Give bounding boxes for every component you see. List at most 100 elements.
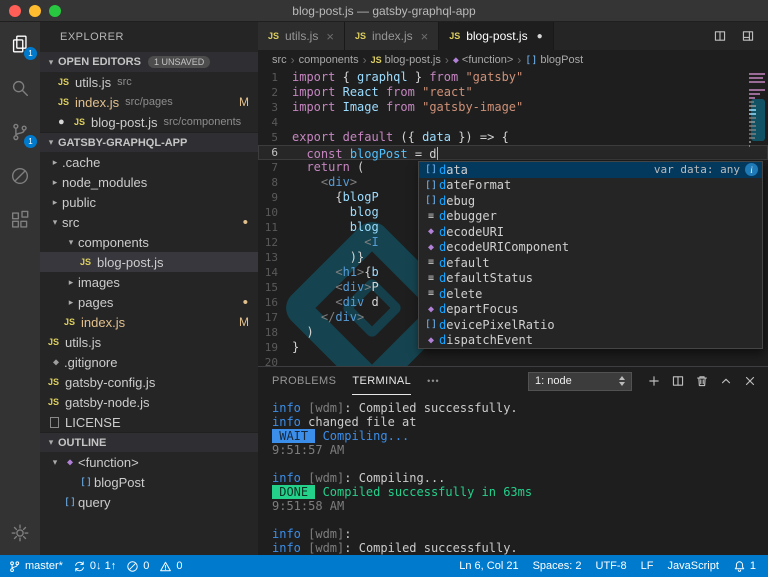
code-editor[interactable]: 1 import { graphql } from "gatsby" 2 import… [258, 70, 768, 366]
suggestion-departFocus[interactable]: ◆ d epartFocus [419, 302, 762, 318]
outline-blogPost[interactable]: [] blogPost [40, 472, 258, 492]
split-terminal-icon[interactable] [668, 371, 688, 391]
suggestion-dateFormat[interactable]: [] d ateFormat [419, 178, 762, 194]
var-symbol-icon: [] [424, 164, 438, 176]
folder-images[interactable]: ▸ images [40, 272, 258, 292]
gitignore-icon: ◆ [52, 356, 60, 368]
outline-function[interactable]: ▾ ◆ <function> [40, 452, 258, 472]
suggestion-debug[interactable]: [] d ebug [419, 193, 762, 209]
minimap-line [749, 141, 751, 143]
line-text: <div>P [335, 280, 379, 294]
debug-activity-button[interactable] [0, 154, 40, 198]
suggestion-delete[interactable]: ≡ d elete [419, 286, 762, 302]
line-text: blog [349, 220, 379, 234]
breadcrumb-blog-post.js[interactable]: JS blog-post.js [371, 54, 441, 66]
zoom-window-button[interactable] [49, 4, 61, 17]
line-number: 19 [264, 341, 278, 354]
line-number: 12 [264, 236, 278, 249]
open-editors-header[interactable]: ▾ OPEN EDITORS 1 UNSAVED [40, 52, 258, 72]
split-editor-icon[interactable] [710, 26, 730, 46]
folder-.cache[interactable]: ▸ .cache [40, 152, 258, 172]
outline-query[interactable]: [] query [40, 492, 258, 512]
open-editor-blog-post.js[interactable]: ● JS blog-post.js src/components [40, 112, 258, 132]
breadcrumb-components[interactable]: components [299, 54, 359, 66]
folder-src[interactable]: ▾ src • [40, 212, 258, 232]
breadcrumb-src[interactable]: src [272, 54, 287, 66]
file-LICENSE[interactable]: LICENSE [40, 412, 258, 432]
open-editor-index.js[interactable]: JS index.js src/pages M [40, 92, 258, 112]
source-control-activity-button[interactable]: 1 [0, 110, 40, 154]
workspace-header[interactable]: ▾ GATSBY-GRAPHQL-APP [40, 132, 258, 152]
activity-bar-top: 11 [0, 22, 40, 242]
folder-components[interactable]: ▾ components [40, 232, 258, 252]
status-errors[interactable]: 0 [126, 560, 149, 573]
tab-blog-post.js[interactable]: JS blog-post.js ● [439, 22, 554, 50]
breadcrumb-function[interactable]: ◆ <function> [453, 54, 513, 66]
close-tab-icon[interactable]: × [326, 29, 334, 44]
line-number: 13 [264, 251, 278, 264]
status-branch[interactable]: master* [8, 560, 63, 573]
panel-overflow-button[interactable]: ••• [427, 376, 439, 386]
file-blog-post.js[interactable]: JS blog-post.js [40, 252, 258, 272]
file-utils.js[interactable]: JS utils.js [40, 332, 258, 352]
folder-pages[interactable]: ▸ pages • [40, 292, 258, 312]
suggestion-dispatchEvent[interactable]: ◆ d ispatchEvent [419, 333, 762, 349]
suggestion-default[interactable]: ≡ d efault [419, 255, 762, 271]
minimap[interactable] [749, 73, 765, 153]
open-editor-utils.js[interactable]: JS utils.js src [40, 72, 258, 92]
file-.gitignore[interactable]: ◆ .gitignore [40, 352, 258, 372]
activity-badge: 1 [24, 135, 37, 148]
suggestion-devicePixelRatio[interactable]: [] d evicePixelRatio [419, 317, 762, 333]
status-notifications[interactable]: 1 [733, 560, 756, 573]
settings-activity-button[interactable] [0, 511, 40, 555]
tab-index.js[interactable]: JS index.js × [344, 22, 440, 50]
file-index.js[interactable]: JS index.js M [40, 312, 258, 332]
panel-tab-problems[interactable]: PROBLEMS [272, 368, 336, 395]
info-icon[interactable]: i [745, 163, 758, 177]
file-gatsby-config.js[interactable]: JS gatsby-config.js [40, 372, 258, 392]
suggestion-data[interactable]: [] d ata var data: any i [419, 162, 762, 178]
line-number: 6 [271, 146, 278, 159]
terminal-output[interactable]: info [wdm]: Compiled successfully. info c… [258, 395, 768, 555]
status-warnings[interactable]: 0 [159, 560, 182, 573]
breadcrumb-blogPost[interactable]: [] blogPost [525, 54, 583, 66]
terminal-select-label: 1: node [535, 375, 572, 387]
bell-icon [733, 560, 746, 573]
close-tab-icon[interactable]: × [421, 29, 429, 44]
status-indentation[interactable]: Spaces: 2 [533, 560, 582, 572]
status-sync[interactable]: 0↓ 1↑ [73, 560, 116, 573]
search-activity-button[interactable] [0, 66, 40, 110]
file-tree: ▸ .cache ▸ node_modules ▸ public ▾ src • ▾ compone… [40, 152, 258, 432]
suggestion-debugger[interactable]: ≡ d ebugger [419, 209, 762, 225]
explorer-activity-button[interactable]: 1 [0, 22, 40, 66]
folder-public[interactable]: ▸ public [40, 192, 258, 212]
outline-header[interactable]: ▾ OUTLINE [40, 432, 258, 452]
folder-node_modules[interactable]: ▸ node_modules [40, 172, 258, 192]
new-terminal-icon[interactable] [644, 371, 664, 391]
file-gatsby-node.js[interactable]: JS gatsby-node.js [40, 392, 258, 412]
var-symbol-icon: [] [424, 179, 438, 191]
close-panel-icon[interactable] [740, 371, 760, 391]
var-symbol-icon: [] [525, 54, 538, 66]
editor-layout-icon[interactable] [738, 26, 758, 46]
status-eol[interactable]: LF [641, 560, 654, 572]
file-name: index.js [75, 94, 120, 110]
close-window-button[interactable] [9, 4, 21, 17]
kill-terminal-icon[interactable] [692, 371, 712, 391]
maximize-panel-icon[interactable] [716, 371, 736, 391]
terminal-line: WAIT Compiling... [272, 429, 410, 443]
terminal-select[interactable]: 1: node [528, 371, 632, 391]
panel-tab-terminal[interactable]: TERMINAL [352, 368, 412, 395]
minimize-window-button[interactable] [29, 4, 41, 17]
suggestion-decodeURI[interactable]: ◆ d ecodeURI [419, 224, 762, 240]
extensions-activity-button[interactable] [0, 198, 40, 242]
status-language[interactable]: JavaScript [668, 560, 719, 572]
suggestion-decodeURIComponent[interactable]: ◆ d ecodeURIComponent [419, 240, 762, 256]
status-encoding[interactable]: UTF-8 [596, 560, 627, 572]
terminal-line: info [wdm]: [272, 527, 352, 541]
status-cursor-position[interactable]: Ln 6, Col 21 [459, 560, 518, 572]
suggestion-defaultStatus[interactable]: ≡ d efaultStatus [419, 271, 762, 287]
line-text: import { graphql } from "gatsby" [292, 70, 524, 84]
tab-utils.js[interactable]: JS utils.js × [258, 22, 345, 50]
